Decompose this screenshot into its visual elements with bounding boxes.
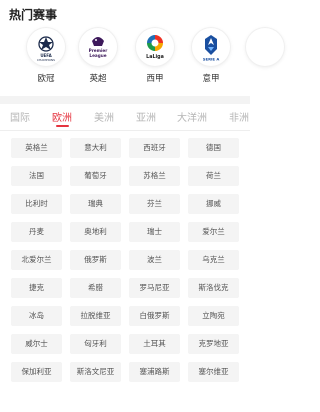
league-item-serie-a[interactable]: SERIE A 意甲 <box>186 28 236 84</box>
country-chip[interactable]: 威尔士 <box>11 334 62 354</box>
country-chip[interactable]: 北爱尔兰 <box>11 250 62 270</box>
country-chip[interactable]: 拉脱维亚 <box>70 306 121 326</box>
premier-league-icon: Premier League <box>79 28 117 66</box>
hot-leagues-row: UEFA CHAMPIONS 欧冠 Premier League 英超 LaLi… <box>0 28 284 92</box>
country-chip[interactable]: 保加利亚 <box>11 362 62 382</box>
country-chip[interactable]: 爱尔兰 <box>188 222 239 242</box>
country-chip[interactable]: 塞浦路斯 <box>129 362 180 382</box>
country-chip[interactable]: 奥地利 <box>70 222 121 242</box>
league-name: 意甲 <box>202 74 220 84</box>
country-chip[interactable]: 意大利 <box>70 138 121 158</box>
region-tabs: 国际 欧洲 美洲 亚洲 大洋洲 非洲 <box>0 104 250 131</box>
country-chip[interactable]: 克罗地亚 <box>188 334 239 354</box>
country-chip[interactable]: 俄罗斯 <box>70 250 121 270</box>
country-chip[interactable]: 罗马尼亚 <box>129 278 180 298</box>
laliga-icon: LaLiga <box>136 28 174 66</box>
premier-league-logo-sub: League <box>89 53 106 58</box>
country-chip[interactable]: 挪威 <box>188 194 239 214</box>
country-chip[interactable]: 冰岛 <box>11 306 62 326</box>
active-tab-indicator <box>56 125 69 127</box>
country-chip[interactable]: 苏格兰 <box>129 166 180 186</box>
country-chip[interactable]: 土耳其 <box>129 334 180 354</box>
country-chip[interactable]: 德国 <box>188 138 239 158</box>
country-chip[interactable]: 比利时 <box>11 194 62 214</box>
country-chip[interactable]: 匈牙利 <box>70 334 121 354</box>
country-chip[interactable]: 芬兰 <box>129 194 180 214</box>
country-chip[interactable]: 捷克 <box>11 278 62 298</box>
country-chip[interactable]: 西班牙 <box>129 138 180 158</box>
laliga-logo-text: LaLiga <box>146 54 164 60</box>
league-name: 英超 <box>89 74 107 84</box>
tab-europe[interactable]: 欧洲 <box>52 109 72 124</box>
tab-americas[interactable]: 美洲 <box>94 109 114 124</box>
country-chip[interactable]: 波兰 <box>129 250 180 270</box>
tab-africa[interactable]: 非洲 <box>229 109 249 124</box>
serie-a-logo-text: SERIE A <box>203 57 220 62</box>
country-chip[interactable]: 瑞典 <box>70 194 121 214</box>
tab-international[interactable]: 国际 <box>10 109 30 124</box>
country-grid: 英格兰 意大利 西班牙 德国 法国 葡萄牙 苏格兰 荷兰 比利时 瑞典 芬兰 挪… <box>11 138 241 382</box>
hot-section-title: 热门赛事 <box>9 8 58 22</box>
league-item-premier-league[interactable]: Premier League 英超 <box>73 28 123 84</box>
league-name: 西甲 <box>146 74 164 84</box>
country-chip[interactable]: 英格兰 <box>11 138 62 158</box>
league-name: 欧冠 <box>37 74 55 84</box>
league-logo-partial-icon <box>246 28 284 66</box>
country-chip[interactable]: 乌克兰 <box>188 250 239 270</box>
country-chip[interactable]: 希腊 <box>70 278 121 298</box>
section-divider <box>0 96 250 104</box>
country-chip[interactable]: 葡萄牙 <box>70 166 121 186</box>
country-chip[interactable]: 瑞士 <box>129 222 180 242</box>
champions-league-logo-sub: CHAMPIONS <box>37 58 55 62</box>
country-chip[interactable]: 立陶宛 <box>188 306 239 326</box>
league-item-laliga[interactable]: LaLiga 西甲 <box>130 28 180 84</box>
country-chip[interactable]: 斯洛伐克 <box>188 278 239 298</box>
country-chip[interactable]: 荷兰 <box>188 166 239 186</box>
country-chip[interactable]: 塞尔维亚 <box>188 362 239 382</box>
champions-league-icon: UEFA CHAMPIONS <box>27 28 65 66</box>
country-chip[interactable]: 斯洛文尼亚 <box>70 362 121 382</box>
league-item-champions-league[interactable]: UEFA CHAMPIONS 欧冠 <box>21 28 71 84</box>
league-item-partial[interactable] <box>240 28 290 66</box>
country-chip[interactable]: 丹麦 <box>11 222 62 242</box>
serie-a-icon: SERIE A <box>192 28 230 66</box>
country-chip[interactable]: 白俄罗斯 <box>129 306 180 326</box>
country-chip[interactable]: 法国 <box>11 166 62 186</box>
tab-asia[interactable]: 亚洲 <box>136 109 156 124</box>
tab-oceania[interactable]: 大洋洲 <box>177 109 207 124</box>
